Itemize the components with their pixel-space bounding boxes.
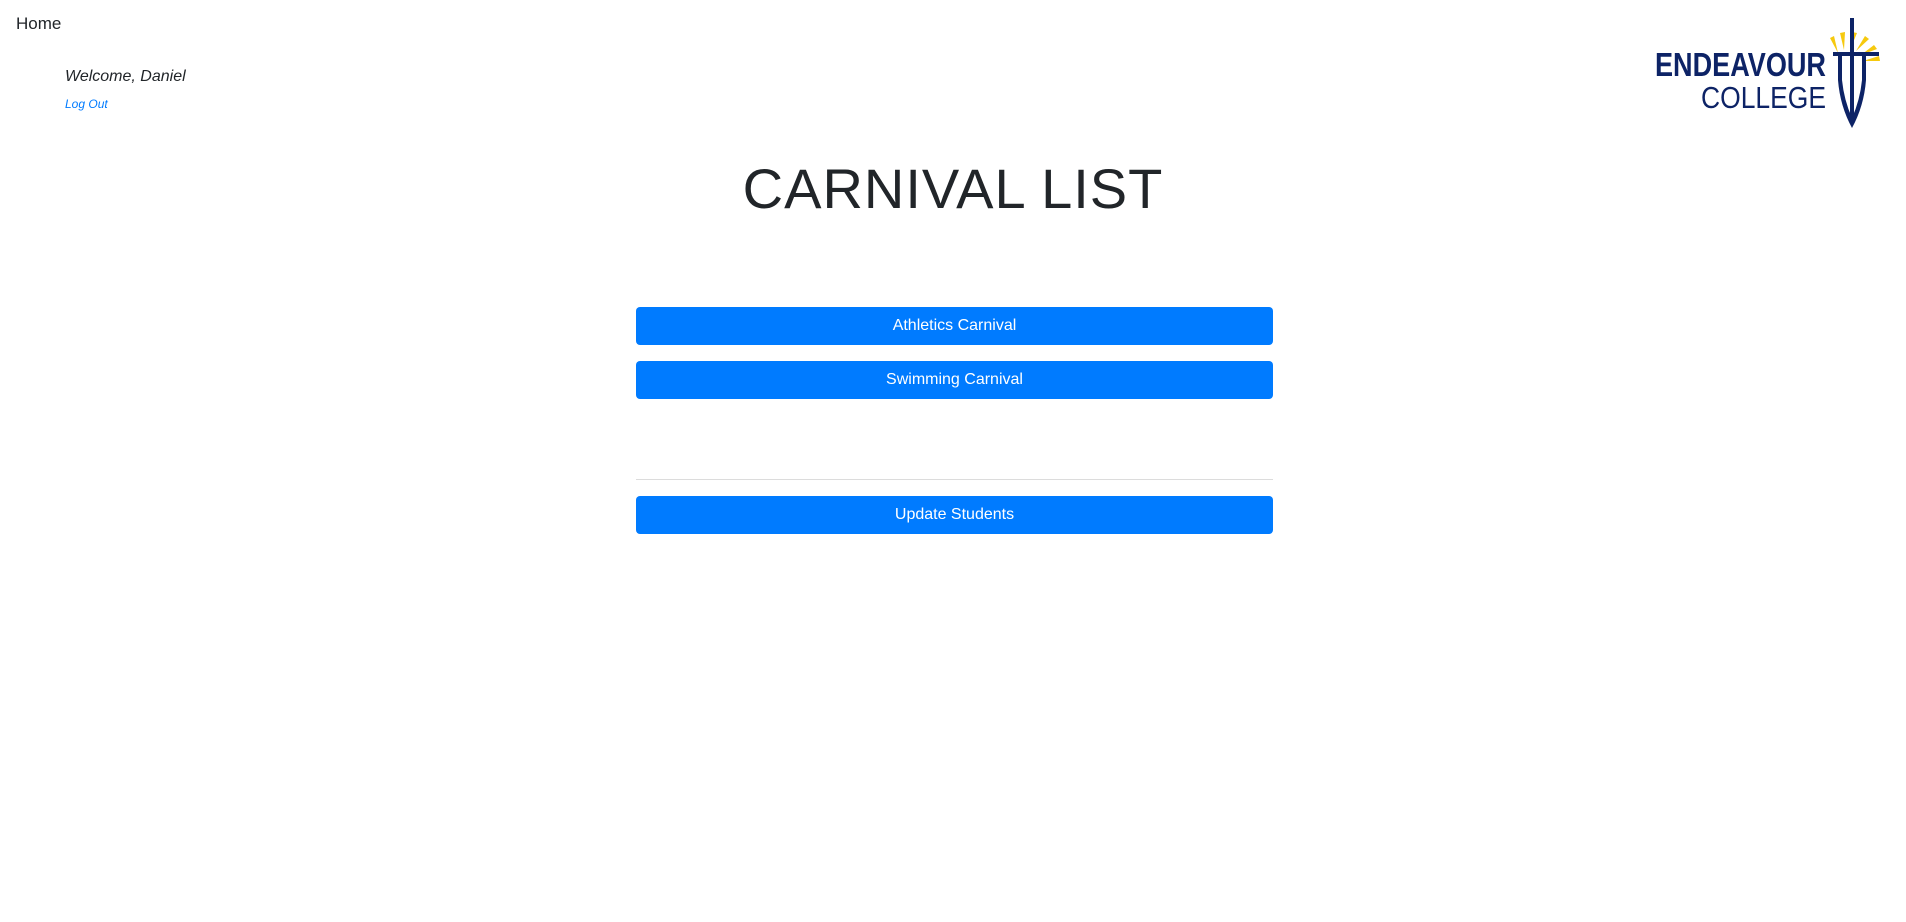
swimming-carnival-button[interactable]: Swimming Carnival <box>636 361 1273 399</box>
welcome-message: Welcome, Daniel <box>65 68 186 85</box>
section-divider <box>636 479 1273 480</box>
logout-link[interactable]: Log Out <box>65 97 108 111</box>
sun-icon <box>1830 32 1880 61</box>
endeavour-college-logo: ENDEAVOUR COLLEGE <box>1652 18 1898 130</box>
logo-line-1: ENDEAVOUR <box>1655 46 1826 83</box>
home-link[interactable]: Home <box>16 14 61 34</box>
page-title: CARNIVAL LIST <box>742 157 1164 220</box>
athletics-carnival-button[interactable]: Athletics Carnival <box>636 307 1273 345</box>
logo-line-2: COLLEGE <box>1701 80 1826 115</box>
update-students-button[interactable]: Update Students <box>636 496 1273 534</box>
